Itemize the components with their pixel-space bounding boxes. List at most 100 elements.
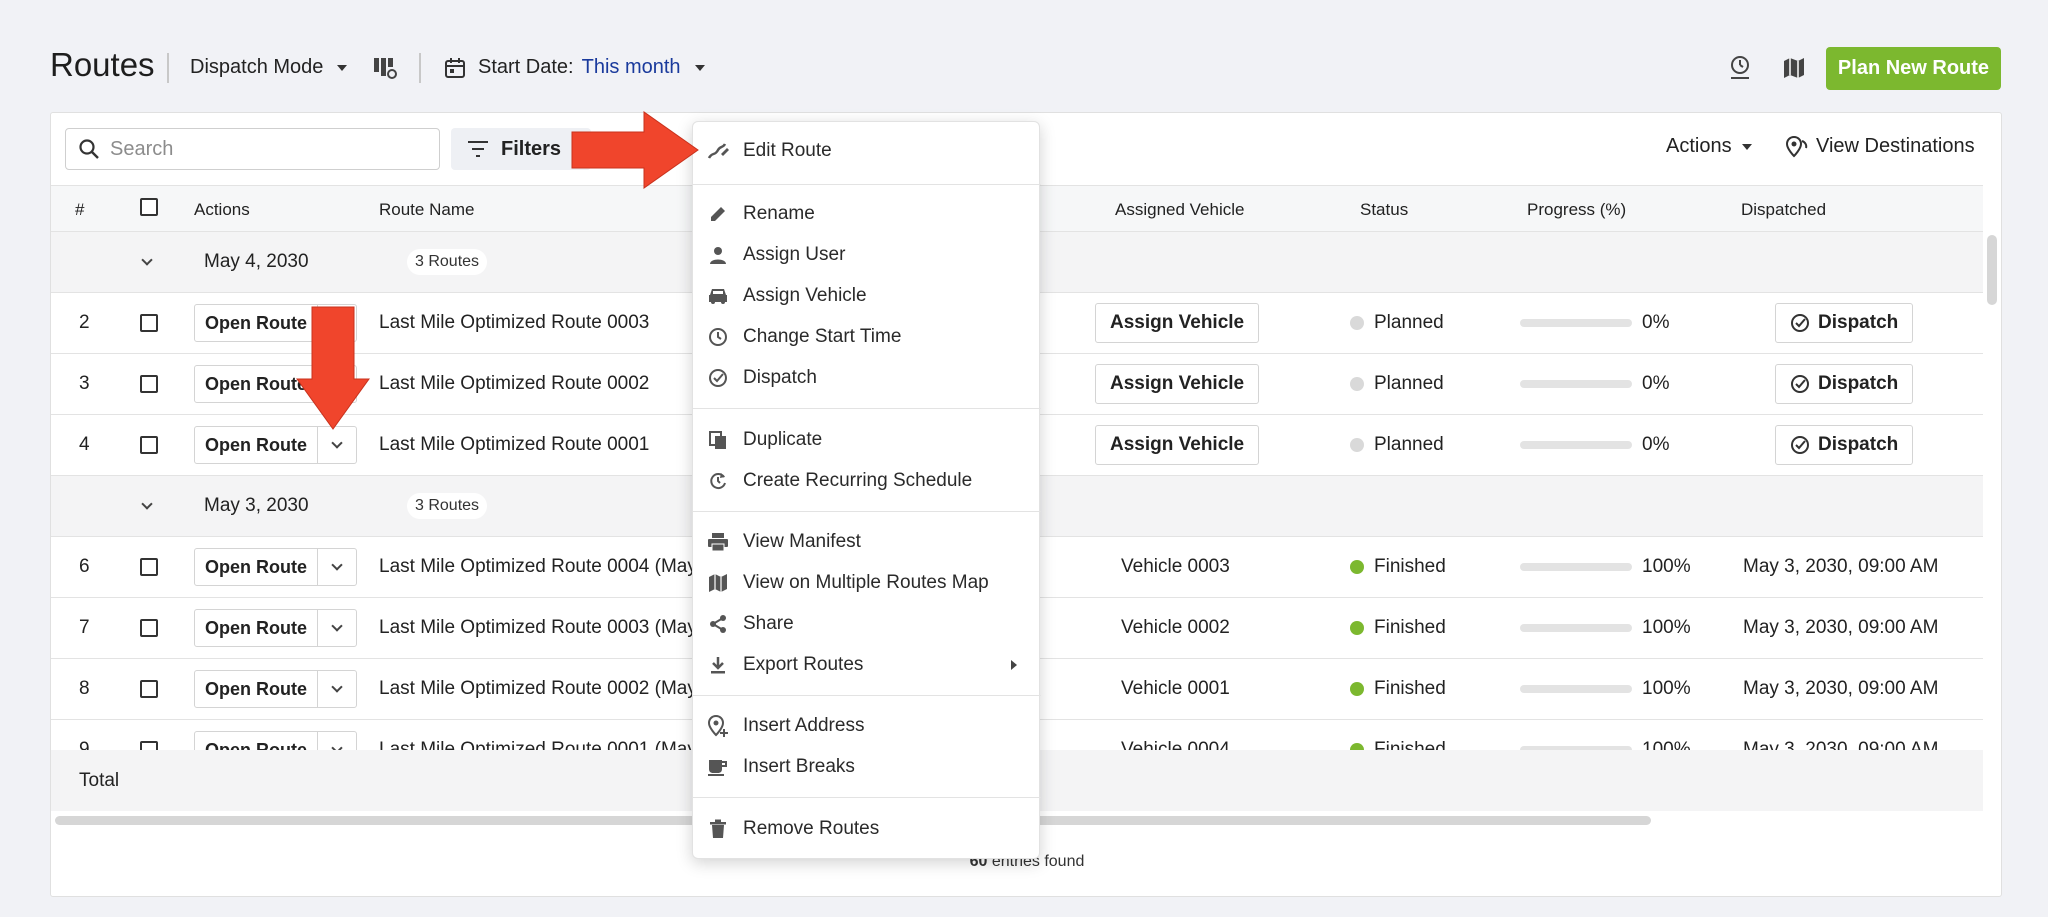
- menu-item-export-routes[interactable]: Export Routes: [693, 646, 1041, 684]
- pencil-icon: [707, 203, 729, 225]
- open-route-button[interactable]: Open Route: [195, 732, 318, 750]
- column-header-assigned-vehicle[interactable]: Assigned Vehicle: [1115, 200, 1244, 220]
- row-number: 7: [79, 617, 90, 638]
- status-cell: Finished: [1350, 720, 1446, 750]
- menu-label: Remove Routes: [743, 818, 880, 839]
- menu-item-edit-route[interactable]: Edit Route: [693, 132, 1041, 170]
- filter-icon: [468, 141, 488, 157]
- route-name[interactable]: Last Mile Optimized Route 0001 (May: [379, 720, 697, 750]
- assign-vehicle-button[interactable]: Assign Vehicle: [1095, 364, 1260, 404]
- menu-item-rename[interactable]: Rename: [693, 195, 1041, 233]
- menu-item-duplicate[interactable]: Duplicate: [693, 421, 1041, 459]
- row-checkbox[interactable]: [140, 415, 158, 475]
- menu-divider: [693, 511, 1041, 512]
- vertical-scrollbar[interactable]: [1987, 235, 1997, 305]
- row-checkbox[interactable]: [140, 659, 158, 719]
- menu-item-insert-address[interactable]: Insert Address: [693, 707, 1041, 745]
- progress-text: 0%: [1642, 373, 1670, 394]
- total-label: Total: [79, 769, 120, 791]
- menu-item-insert-breaks[interactable]: Insert Breaks: [693, 748, 1041, 786]
- group-date: May 3, 2030: [204, 495, 309, 516]
- timeline-pin-icon[interactable]: [1724, 52, 1756, 84]
- route-name[interactable]: Last Mile Optimized Route 0002: [379, 354, 649, 414]
- menu-item-change-start-time[interactable]: Change Start Time: [693, 318, 1041, 356]
- user-icon: [707, 244, 729, 266]
- menu-label: Insert Breaks: [743, 756, 855, 777]
- dispatch-label: Dispatch: [1818, 434, 1899, 455]
- vehicle-name: Vehicle 0002: [1121, 617, 1230, 638]
- row-checkbox[interactable]: [140, 537, 158, 597]
- row-checkbox[interactable]: [140, 720, 158, 750]
- chevron-down-icon[interactable]: [318, 671, 356, 707]
- route-name[interactable]: Last Mile Optimized Route 0001: [379, 415, 649, 475]
- open-route-button-group: Open Route: [194, 609, 357, 647]
- chevron-down-icon[interactable]: [318, 427, 356, 463]
- open-route-button[interactable]: Open Route: [195, 549, 318, 585]
- dispatch-button[interactable]: Dispatch: [1775, 425, 1914, 465]
- actions-dropdown[interactable]: Actions: [1666, 135, 1752, 158]
- dispatch-button[interactable]: Dispatch: [1775, 364, 1914, 404]
- column-header-status[interactable]: Status: [1360, 200, 1408, 220]
- dispatch-label: Dispatch: [1818, 312, 1899, 333]
- column-header-dispatched[interactable]: Dispatched: [1741, 200, 1826, 220]
- caret-down-icon: [1741, 143, 1752, 150]
- annotation-arrow-down-icon: [296, 306, 370, 430]
- menu-label: Rename: [743, 203, 815, 224]
- progress-text: 100%: [1642, 617, 1691, 638]
- menu-item-view-on-multiple-routes-map[interactable]: View on Multiple Routes Map: [693, 564, 1041, 602]
- map-icon[interactable]: [1778, 52, 1810, 84]
- status-text: Planned: [1374, 434, 1444, 455]
- route-name[interactable]: Last Mile Optimized Route 0003 (May: [379, 598, 697, 658]
- route-name[interactable]: Last Mile Optimized Route 0002 (May: [379, 659, 697, 719]
- column-header-progress[interactable]: Progress (%): [1527, 200, 1626, 220]
- row-checkbox[interactable]: [140, 598, 158, 658]
- menu-label: View Manifest: [743, 531, 861, 552]
- header-divider: [419, 53, 421, 83]
- search-box[interactable]: [65, 128, 440, 170]
- menu-item-share[interactable]: Share: [693, 605, 1041, 643]
- status-text: Finished: [1374, 739, 1446, 750]
- assign-vehicle-button[interactable]: Assign Vehicle: [1095, 303, 1260, 343]
- open-route-button[interactable]: Open Route: [195, 427, 318, 463]
- open-route-button[interactable]: Open Route: [195, 610, 318, 646]
- status-cell: Planned: [1350, 293, 1444, 353]
- menu-item-dispatch[interactable]: Dispatch: [693, 359, 1041, 397]
- select-all-checkbox[interactable]: [140, 198, 158, 221]
- chevron-down-icon[interactable]: [318, 732, 356, 750]
- collapse-chevron-icon[interactable]: [141, 232, 153, 292]
- menu-item-view-manifest[interactable]: View Manifest: [693, 523, 1041, 561]
- open-route-button-group: Open Route: [194, 426, 357, 464]
- search-input[interactable]: [110, 137, 410, 161]
- view-destinations-button[interactable]: View Destinations: [1786, 135, 1975, 158]
- column-header-route-name[interactable]: Route Name: [379, 200, 474, 220]
- board-settings-icon[interactable]: [369, 52, 401, 84]
- progress-bar: [1520, 380, 1632, 388]
- open-route-button-group: Open Route: [194, 731, 357, 750]
- menu-item-assign-user[interactable]: Assign User: [693, 236, 1041, 274]
- dispatch-button[interactable]: Dispatch: [1775, 303, 1914, 343]
- edit-route-icon: [707, 140, 729, 162]
- menu-item-remove-routes[interactable]: Remove Routes: [693, 810, 1041, 848]
- menu-item-create-recurring-schedule[interactable]: Create Recurring Schedule: [693, 462, 1041, 500]
- route-name[interactable]: Last Mile Optimized Route 0004 (May: [379, 537, 697, 597]
- status-cell: Finished: [1350, 659, 1446, 719]
- check-circle-icon: [1791, 375, 1809, 393]
- open-route-button[interactable]: Open Route: [195, 671, 318, 707]
- menu-item-assign-vehicle[interactable]: Assign Vehicle: [693, 277, 1041, 315]
- chevron-down-icon[interactable]: [318, 610, 356, 646]
- row-checkbox[interactable]: [140, 293, 158, 353]
- progress-text: 0%: [1642, 312, 1670, 333]
- dispatch-mode-dropdown[interactable]: Dispatch Mode: [190, 56, 348, 79]
- assign-vehicle-button[interactable]: Assign Vehicle: [1095, 425, 1260, 465]
- menu-label: View on Multiple Routes Map: [743, 572, 989, 593]
- route-name[interactable]: Last Mile Optimized Route 0003: [379, 293, 649, 353]
- collapse-chevron-icon[interactable]: [141, 476, 153, 536]
- chevron-down-icon[interactable]: [318, 549, 356, 585]
- menu-divider: [693, 184, 1041, 185]
- check-circle-icon: [707, 367, 729, 389]
- route-count-badge: 3 Routes: [407, 249, 488, 275]
- open-route-button-group: Open Route: [194, 548, 357, 586]
- row-checkbox[interactable]: [140, 354, 158, 414]
- start-date-dropdown[interactable]: Start Date: This month: [444, 56, 705, 79]
- plan-new-route-button[interactable]: Plan New Route: [1826, 47, 2001, 90]
